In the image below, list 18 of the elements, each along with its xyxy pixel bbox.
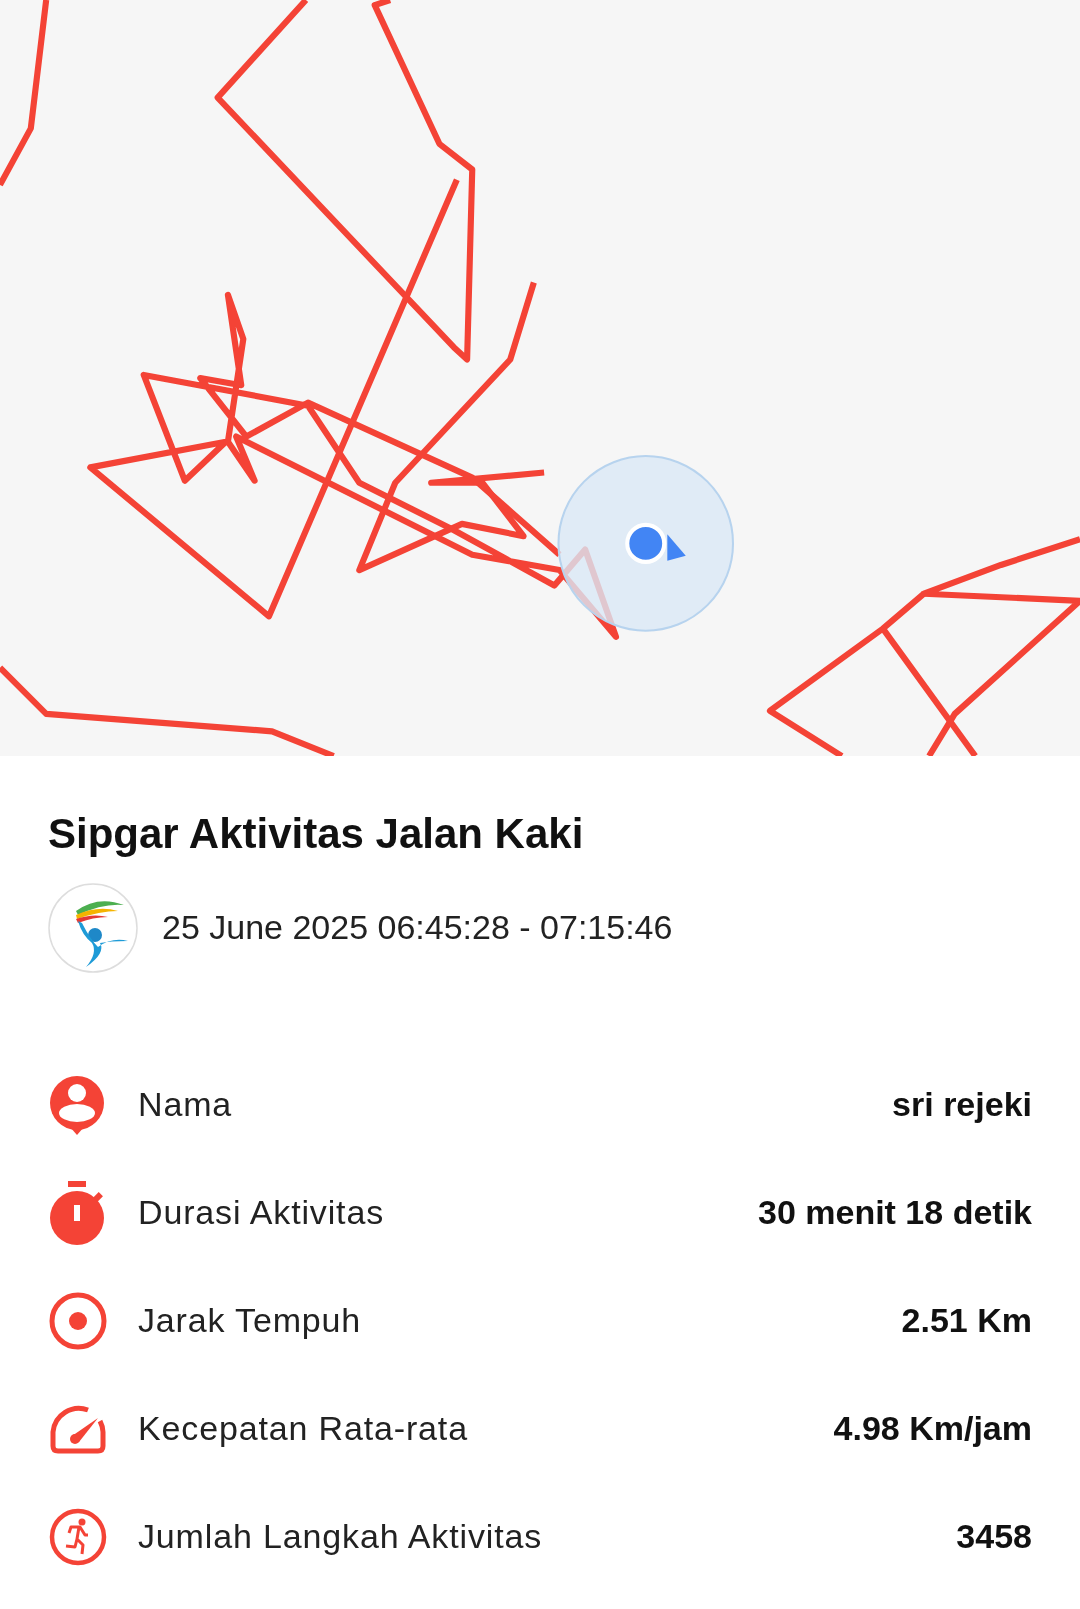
stat-value: 2.51 Km — [901, 1300, 1032, 1341]
stat-label: Durasi Aktivitas — [138, 1192, 384, 1233]
stat-value: 3458 — [956, 1516, 1032, 1557]
stat-value: 4.98 Km/jam — [833, 1408, 1032, 1449]
runner-logo-icon — [48, 882, 138, 973]
speedometer-icon — [48, 1403, 108, 1454]
stat-value: sri rejeki — [892, 1084, 1032, 1125]
stat-label: Jarak Tempuh — [138, 1300, 362, 1341]
running-person-icon — [48, 1506, 108, 1567]
activity-date-range: 25 June 2025 06:45:28 - 07:15:46 — [162, 907, 673, 948]
stopwatch-icon — [48, 1180, 106, 1245]
stat-label: Nama — [138, 1084, 233, 1125]
target-icon — [48, 1290, 108, 1351]
person-pin-icon — [48, 1074, 106, 1135]
stat-label: Jumlah Langkah Aktivitas — [138, 1516, 543, 1557]
stat-value: 30 menit 18 detik — [758, 1192, 1032, 1233]
activity-title: Sipgar Aktivitas Jalan Kaki — [48, 809, 585, 859]
stat-label: Kecepatan Rata-rata — [138, 1408, 468, 1449]
